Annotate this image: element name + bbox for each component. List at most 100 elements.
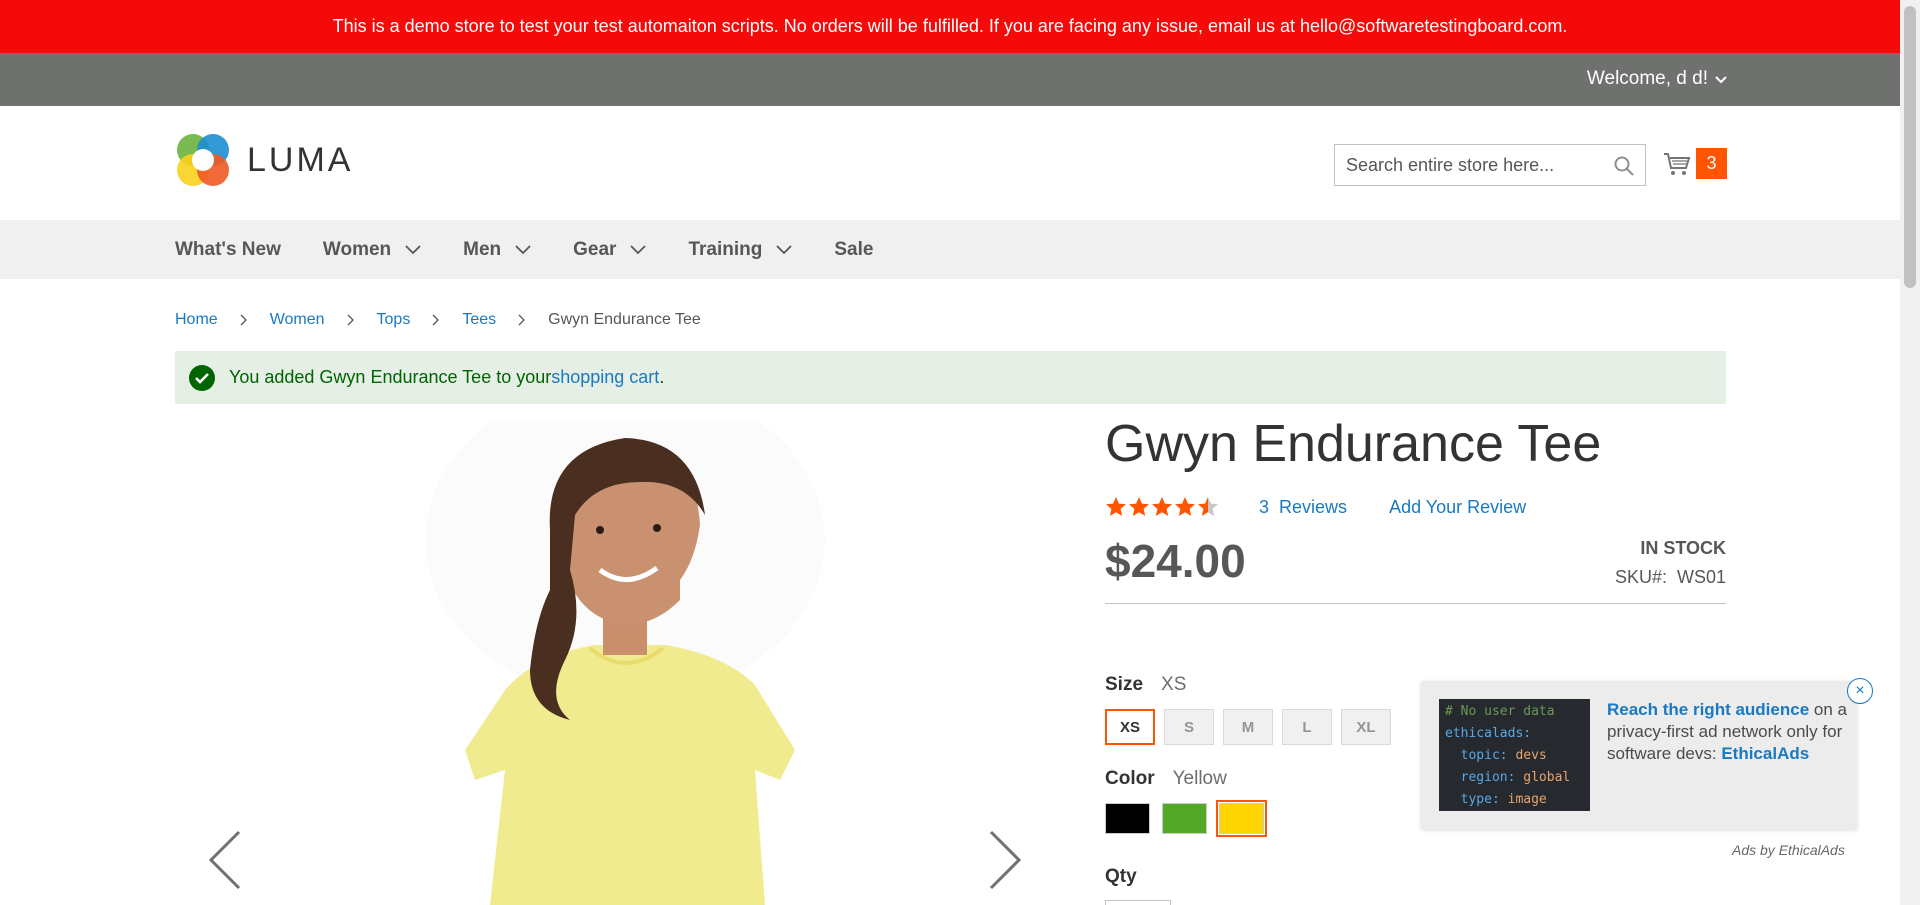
gallery-next-arrow[interactable] [987, 828, 1023, 892]
color-swatches [1105, 800, 1267, 837]
reviews-label: Reviews [1279, 496, 1348, 517]
welcome-text: Welcome, d d! [1586, 68, 1708, 89]
shopping-cart-link[interactable]: shopping cart [551, 367, 659, 388]
ad-code-value: image [1507, 792, 1547, 807]
chevron-down-icon [630, 244, 647, 254]
color-swatch-black[interactable] [1105, 803, 1150, 834]
color-selected-value: Yellow [1172, 768, 1227, 789]
chevron-down-icon [1715, 76, 1727, 84]
nav-item-sale[interactable]: Sale [834, 239, 873, 261]
ad-code-key: type [1460, 792, 1492, 807]
rating-stars [1105, 496, 1219, 518]
reviews-link[interactable]: 3 Reviews [1259, 497, 1347, 518]
nav-item-label: Training [688, 238, 763, 260]
stock-status: IN STOCK [1640, 538, 1726, 558]
size-swatch-xl[interactable]: XL [1341, 709, 1391, 745]
star-icon [1152, 497, 1172, 516]
welcome-menu[interactable]: Welcome, d d! [1587, 68, 1728, 90]
size-swatch-m[interactable]: M [1223, 709, 1273, 745]
chevron-down-icon [776, 244, 792, 254]
breadcrumb-women[interactable]: Women [270, 311, 325, 329]
qty-label: Qty [1105, 866, 1155, 888]
nav-item-gear[interactable]: Gear [573, 238, 647, 261]
account-bar: Welcome, d d! [0, 53, 1900, 106]
cart-icon [1664, 152, 1691, 175]
nav-item-whats-new[interactable]: What's New [175, 239, 281, 261]
ad-close-button[interactable]: × [1847, 678, 1873, 704]
color-swatch-yellow[interactable] [1216, 800, 1267, 837]
ad-code-value: global [1523, 770, 1571, 785]
breadcrumb: Home Women Tops Tees Gwyn Endurance Tee [175, 311, 701, 329]
product-info: Gwyn Endurance Tee 3 Reviews Add Your Re… [1105, 415, 1726, 905]
chevron-down-icon [515, 244, 531, 254]
nav-item-label: Sale [834, 238, 874, 260]
sku-row: SKU#: WS01 [1615, 567, 1726, 588]
nav-item-men[interactable]: Men [463, 239, 531, 261]
search-input[interactable] [1335, 154, 1605, 176]
luma-logo[interactable]: LUMA [175, 132, 353, 188]
logo-text: LUMA [247, 140, 354, 179]
chevron-right-icon [347, 314, 354, 326]
cart-count-badge: 3 [1696, 148, 1727, 179]
page-scrollbar[interactable] [1900, 0, 1920, 905]
gallery-prev-arrow[interactable] [207, 828, 243, 892]
success-message: You added Gwyn Endurance Tee to your sho… [175, 351, 1726, 404]
scrollbar-thumb[interactable] [1904, 6, 1916, 288]
nav-item-label: Gear [573, 238, 617, 260]
ad-code-key: ethicalads [1445, 726, 1524, 741]
chevron-right-icon [432, 314, 440, 326]
reviews-count: 3 [1259, 496, 1270, 517]
chevron-right-icon [240, 314, 247, 326]
ad-text: Reach the right audience on a privacy-fi… [1607, 699, 1847, 765]
ad-code-image: # No user data ethicalads: topic: devs r… [1439, 699, 1590, 811]
ad-code-key: topic [1460, 748, 1500, 763]
nav-item-label: What's New [175, 238, 281, 260]
demo-notice-text: This is a demo store to test your test a… [332, 16, 1568, 36]
luma-logo-icon [177, 134, 229, 186]
main-navigation: What's New Women Men Gear Training Sale [0, 220, 1900, 279]
color-label: Color Yellow [1105, 768, 1227, 790]
product-title: Gwyn Endurance Tee [1105, 415, 1602, 473]
chevron-right-icon [518, 314, 526, 326]
rating-row: 3 Reviews Add Your Review [1105, 496, 1526, 518]
search-box [1334, 144, 1646, 186]
size-swatch-xs[interactable]: XS [1105, 709, 1155, 745]
ad-code-key: region [1460, 770, 1508, 785]
star-icon [1106, 497, 1126, 516]
ad-code-comment: # No user data [1445, 704, 1555, 719]
size-label-text: Size [1105, 674, 1144, 695]
size-swatch-s[interactable]: S [1164, 709, 1214, 745]
size-swatch-l[interactable]: L [1282, 709, 1332, 745]
chevron-down-icon [405, 244, 421, 254]
search-icon[interactable] [1613, 155, 1635, 177]
size-selected-value: XS [1161, 674, 1187, 695]
ad-credit[interactable]: Ads by EthicalAds [1732, 842, 1845, 858]
color-label-text: Color [1105, 768, 1155, 789]
nav-item-training[interactable]: Training [688, 239, 792, 261]
minicart-button[interactable]: 3 [1662, 148, 1727, 179]
nav-item-label: Women [322, 238, 392, 260]
breadcrumb-home[interactable]: Home [175, 311, 218, 329]
breadcrumb-tees[interactable]: Tees [462, 311, 496, 329]
nav-item-women[interactable]: Women [323, 239, 421, 261]
color-swatch-green[interactable] [1162, 803, 1207, 834]
star-half-icon [1198, 497, 1218, 516]
nav-item-label: Men [463, 238, 502, 260]
product-price: $24.00 [1105, 535, 1246, 587]
ad-brand-link[interactable]: EthicalAds [1721, 744, 1809, 763]
add-review-link[interactable]: Add Your Review [1389, 497, 1526, 518]
ethicalads-banner[interactable]: # No user data ethicalads: topic: devs r… [1421, 678, 1873, 829]
stock-info: IN STOCK SKU#: WS01 [1615, 538, 1726, 588]
breadcrumb-current: Gwyn Endurance Tee [548, 311, 701, 328]
site-header: LUMA 3 [0, 106, 1900, 220]
star-icon [1129, 497, 1149, 516]
breadcrumb-tops[interactable]: Tops [377, 311, 411, 329]
qty-label-text: Qty [1105, 866, 1137, 887]
star-icon [1175, 497, 1195, 516]
sku-label: SKU#: [1614, 567, 1667, 587]
success-message-suffix: . [659, 367, 665, 387]
ad-headline-link[interactable]: Reach the right audience [1607, 700, 1809, 719]
product-image [425, 420, 825, 905]
qty-input[interactable] [1105, 900, 1171, 905]
divider [1105, 603, 1726, 604]
